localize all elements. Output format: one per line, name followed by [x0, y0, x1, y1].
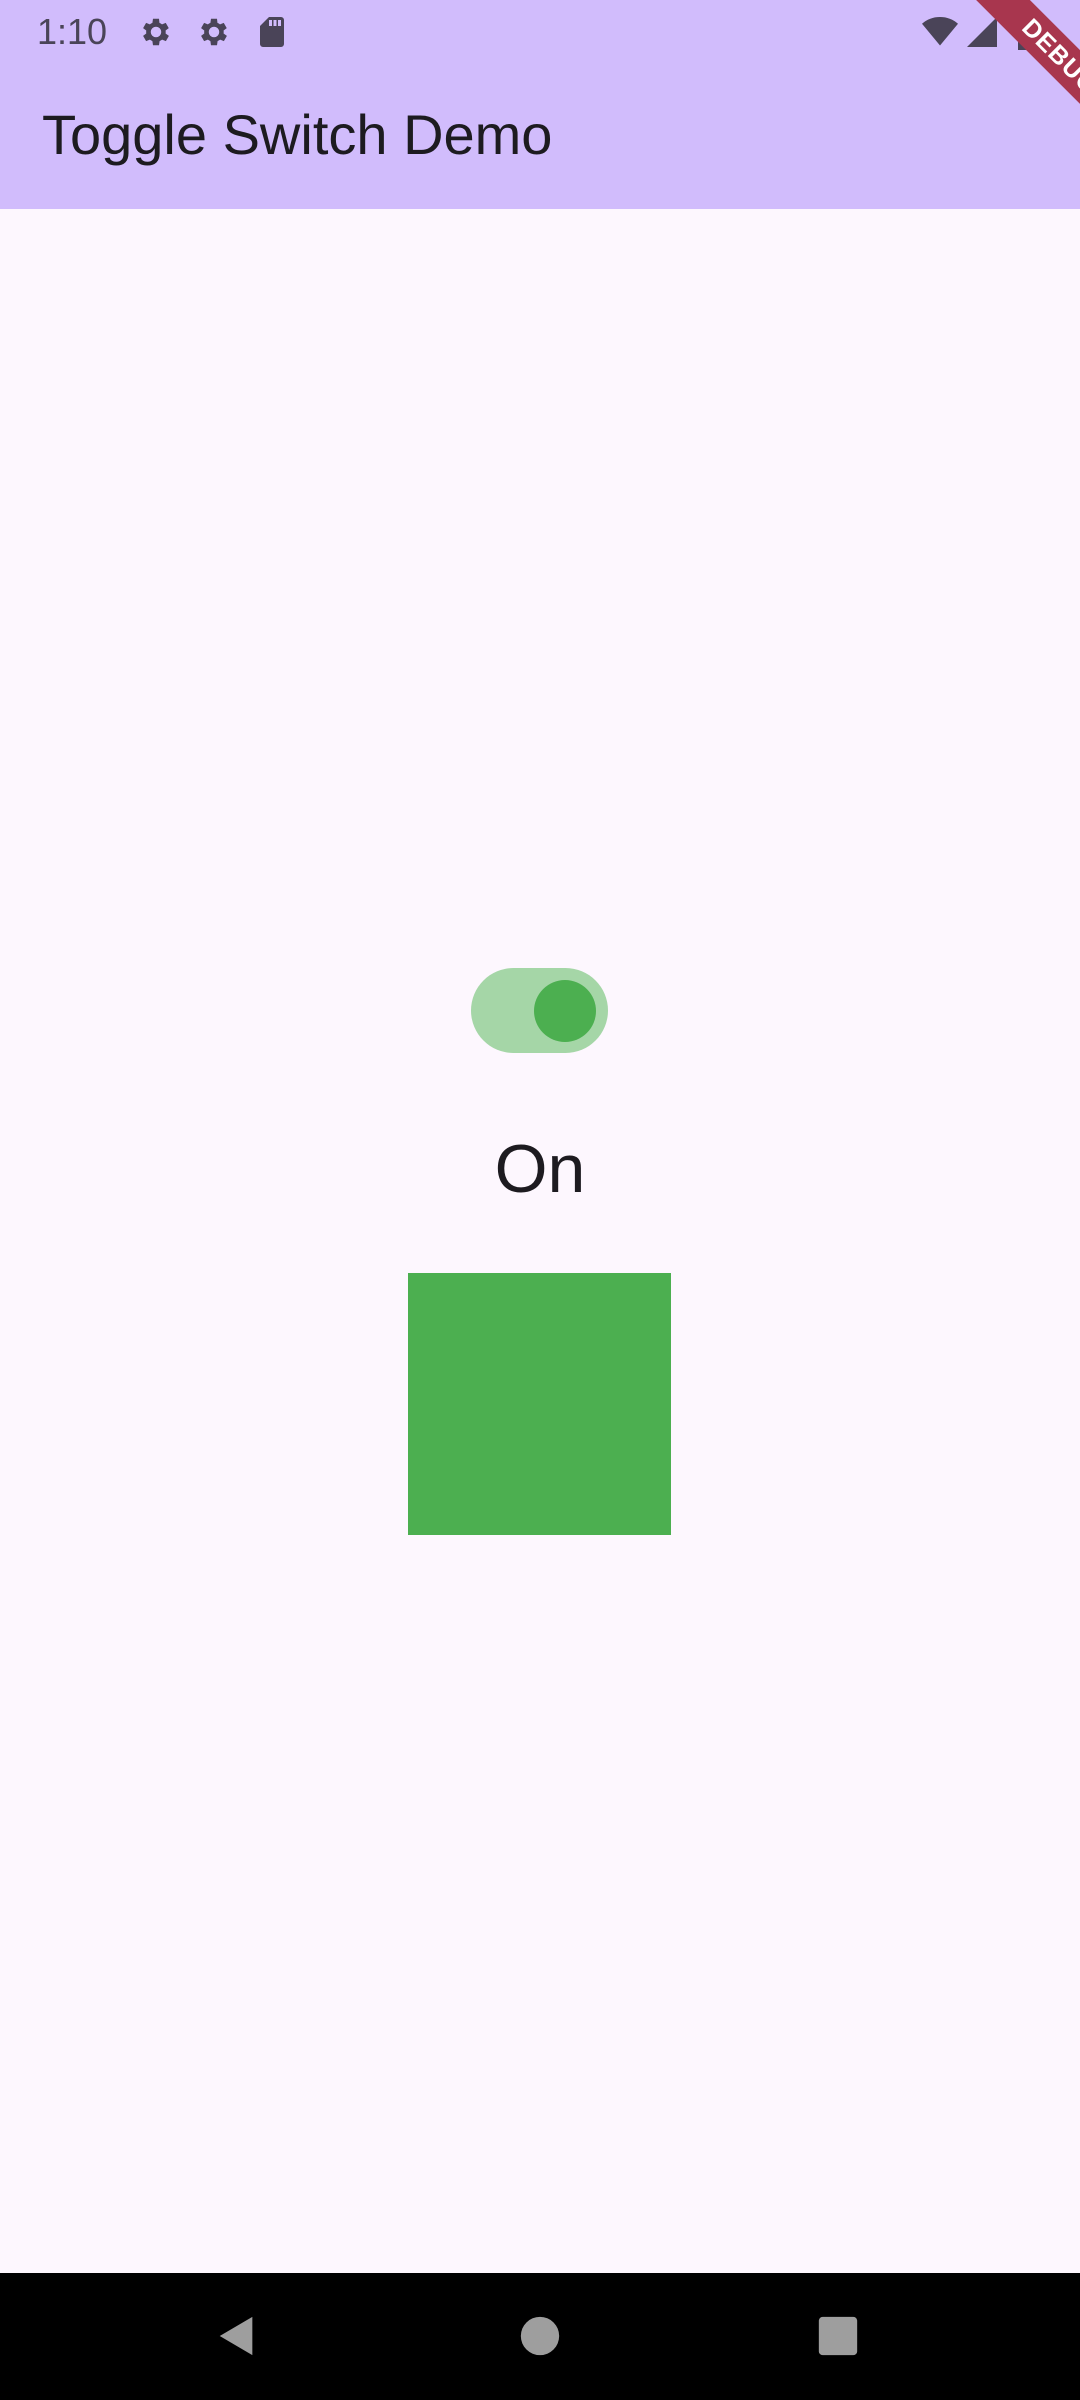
- navigation-bar: [0, 2273, 1080, 2400]
- settings-icon: [196, 14, 232, 50]
- settings-icon: [138, 14, 174, 50]
- status-time: 1:10: [37, 11, 108, 52]
- state-color-box: [408, 1273, 671, 1535]
- debug-label: DEBUG: [961, 0, 1080, 150]
- app-title: Toggle Switch Demo: [42, 103, 553, 166]
- app-bar: 1:10 Toggle Switch Demo: [0, 0, 1080, 209]
- status-bar: 1:10: [0, 0, 1080, 64]
- state-label: On: [494, 1131, 586, 1207]
- home-icon[interactable]: [517, 2313, 563, 2359]
- main-content: On: [0, 209, 1080, 2273]
- recents-icon[interactable]: [815, 2313, 861, 2359]
- debug-banner: DEBUG: [930, 0, 1080, 150]
- back-icon[interactable]: [214, 2313, 260, 2359]
- sd-card-icon: [254, 14, 290, 50]
- toggle-thumb[interactable]: [534, 980, 596, 1042]
- toggle-switch[interactable]: [471, 968, 608, 1053]
